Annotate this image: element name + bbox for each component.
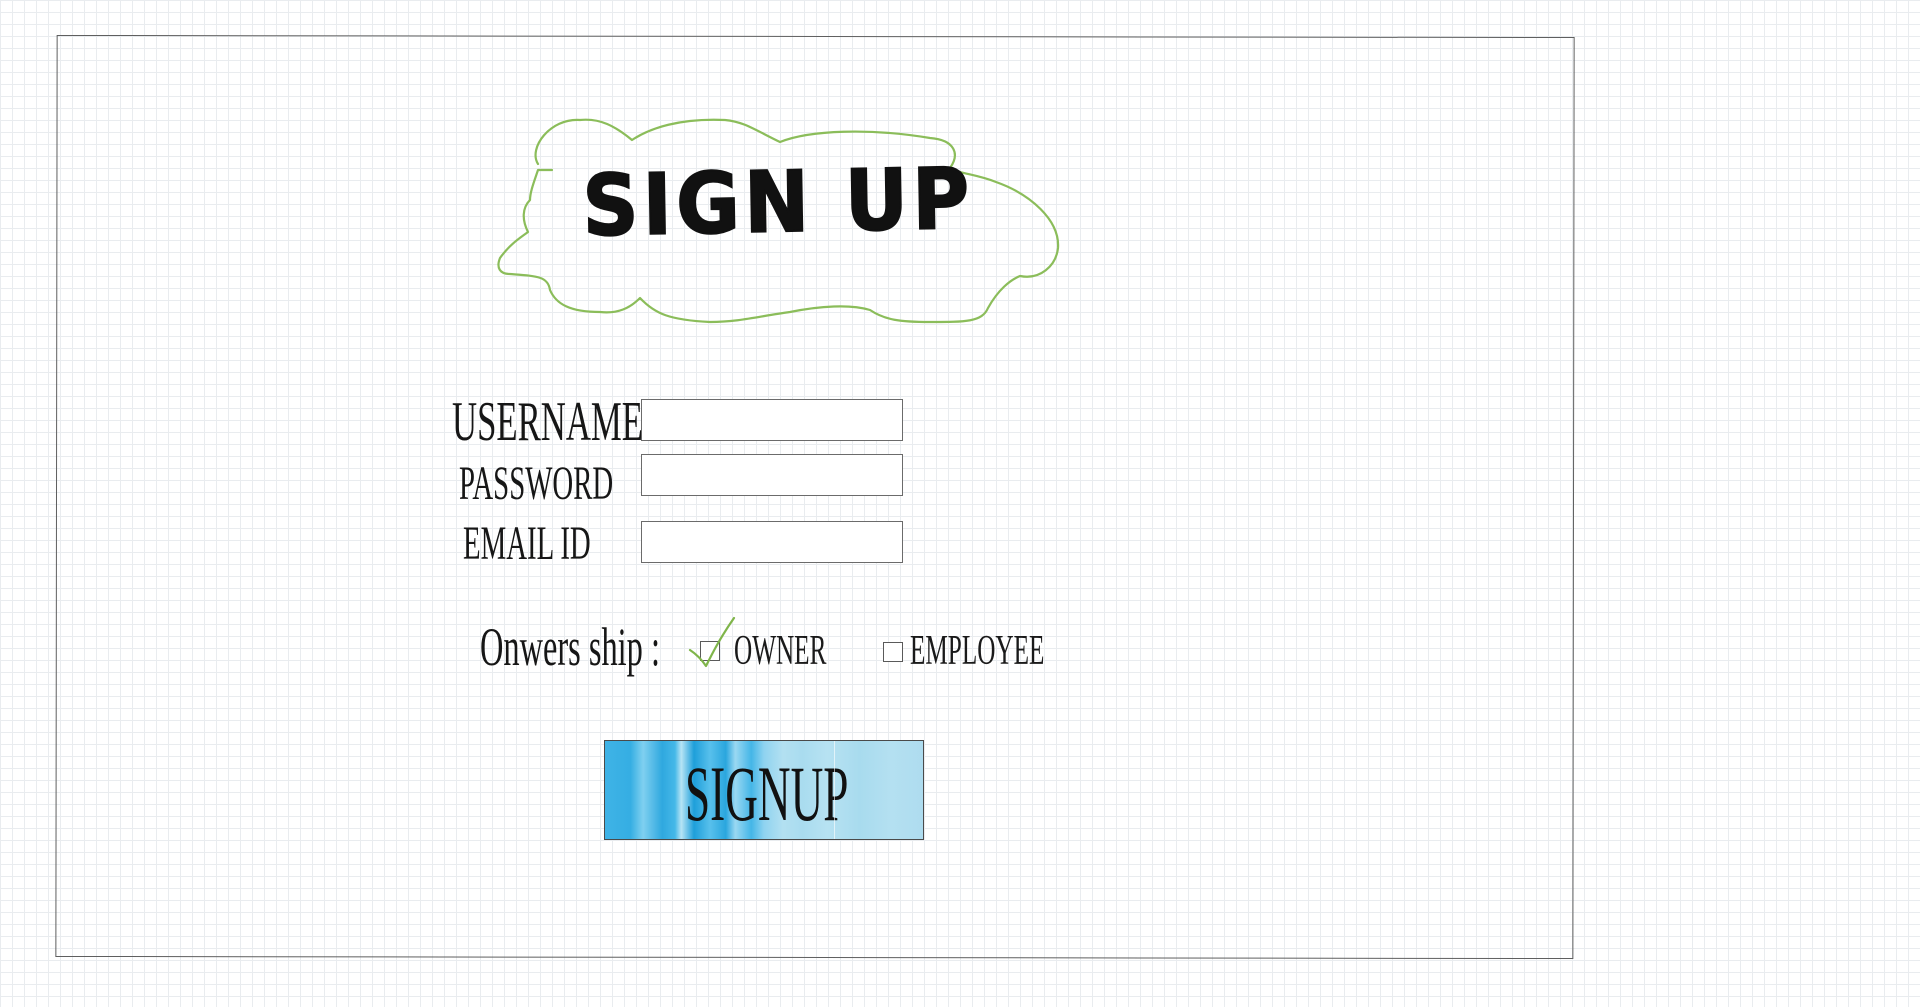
password-label: PASSWORD (459, 457, 614, 510)
owner-option-label: OWNER (734, 628, 827, 674)
ownership-label: Onwers ship : (480, 617, 660, 677)
employee-option[interactable]: EMPLOYEE (880, 628, 1044, 674)
page-title: SIGN UP (581, 149, 975, 256)
owner-checkbox[interactable] (700, 641, 720, 661)
employee-checkbox[interactable] (883, 642, 903, 662)
email-label: EMAIL ID (463, 517, 591, 570)
signup-button-label: SIGNUP (685, 750, 849, 837)
email-input[interactable] (641, 521, 903, 563)
username-label: USERNAME (452, 391, 643, 453)
employee-option-label: EMPLOYEE (910, 628, 1045, 674)
username-input[interactable] (641, 399, 903, 441)
password-input[interactable] (641, 454, 903, 496)
owner-option[interactable]: OWNER (688, 616, 826, 674)
signup-button[interactable]: SIGNUP (604, 740, 924, 840)
